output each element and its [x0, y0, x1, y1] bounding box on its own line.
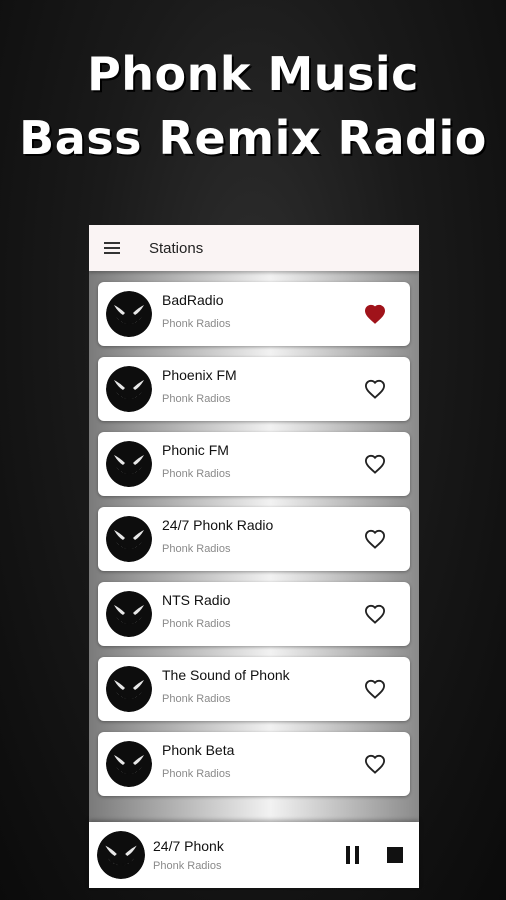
heart-outline-icon[interactable]: [355, 744, 395, 784]
station-genre: Phonk Radios: [162, 318, 231, 330]
station-name: Phoenix FM: [162, 367, 237, 383]
promo-title-line-2: Bass Remix Radio: [19, 111, 487, 165]
station-name: 24/7 Phonk Radio: [162, 517, 274, 533]
station-genre: Phonk Radios: [162, 468, 231, 480]
station-card[interactable]: The Sound of Phonk Phonk Radios: [98, 657, 410, 721]
heart-outline-icon[interactable]: [355, 444, 395, 484]
promo-title: Phonk Music Bass Remix Radio: [0, 42, 506, 170]
heart-outline-icon[interactable]: [355, 519, 395, 559]
now-playing-info: 24/7 Phonk Phonk Radios: [153, 833, 337, 877]
station-genre: Phonk Radios: [162, 768, 231, 780]
now-playing-title: 24/7 Phonk: [153, 838, 224, 854]
pause-icon[interactable]: [337, 839, 369, 871]
station-info: Phoenix FM Phonk Radios: [162, 366, 355, 412]
station-logo: [106, 366, 152, 412]
station-card[interactable]: Phonk Beta Phonk Radios: [98, 732, 410, 796]
heart-outline-icon[interactable]: [355, 369, 395, 409]
station-genre: Phonk Radios: [162, 543, 231, 555]
mini-player[interactable]: 24/7 Phonk Phonk Radios: [89, 822, 419, 888]
heart-outline-icon[interactable]: [355, 594, 395, 634]
heart-outline-icon[interactable]: [355, 669, 395, 709]
station-logo: [106, 741, 152, 787]
phone-screen: Stations BadRadio Phonk Radios Phoenix FM P…: [89, 225, 419, 888]
station-logo: [106, 291, 152, 337]
station-name: BadRadio: [162, 292, 224, 308]
station-logo: [106, 441, 152, 487]
app-bar: Stations: [89, 225, 419, 271]
station-logo: [106, 591, 152, 637]
station-card[interactable]: Phonic FM Phonk Radios: [98, 432, 410, 496]
station-logo: [106, 666, 152, 712]
station-card[interactable]: 24/7 Phonk Radio Phonk Radios: [98, 507, 410, 571]
station-info: BadRadio Phonk Radios: [162, 291, 355, 337]
station-logo: [106, 516, 152, 562]
station-name: Phonk Beta: [162, 742, 235, 758]
station-card[interactable]: BadRadio Phonk Radios: [98, 282, 410, 346]
station-genre: Phonk Radios: [162, 618, 231, 630]
hamburger-menu-icon[interactable]: [93, 225, 133, 271]
stop-icon[interactable]: [379, 839, 411, 871]
station-info: Phonk Beta Phonk Radios: [162, 741, 355, 787]
station-card[interactable]: Phoenix FM Phonk Radios: [98, 357, 410, 421]
station-genre: Phonk Radios: [162, 693, 231, 705]
now-playing-logo: [97, 831, 145, 879]
app-bar-title: Stations: [149, 239, 204, 257]
station-info: Phonic FM Phonk Radios: [162, 441, 355, 487]
station-name: NTS Radio: [162, 592, 231, 608]
heart-filled-icon[interactable]: [355, 294, 395, 334]
promo-title-line-1: Phonk Music: [87, 47, 419, 101]
station-card[interactable]: NTS Radio Phonk Radios: [98, 582, 410, 646]
now-playing-subtitle: Phonk Radios: [153, 860, 222, 872]
station-genre: Phonk Radios: [162, 393, 231, 405]
station-name: Phonic FM: [162, 442, 229, 458]
station-info: 24/7 Phonk Radio Phonk Radios: [162, 516, 355, 562]
station-info: NTS Radio Phonk Radios: [162, 591, 355, 637]
station-info: The Sound of Phonk Phonk Radios: [162, 666, 355, 712]
station-name: The Sound of Phonk: [162, 667, 290, 683]
